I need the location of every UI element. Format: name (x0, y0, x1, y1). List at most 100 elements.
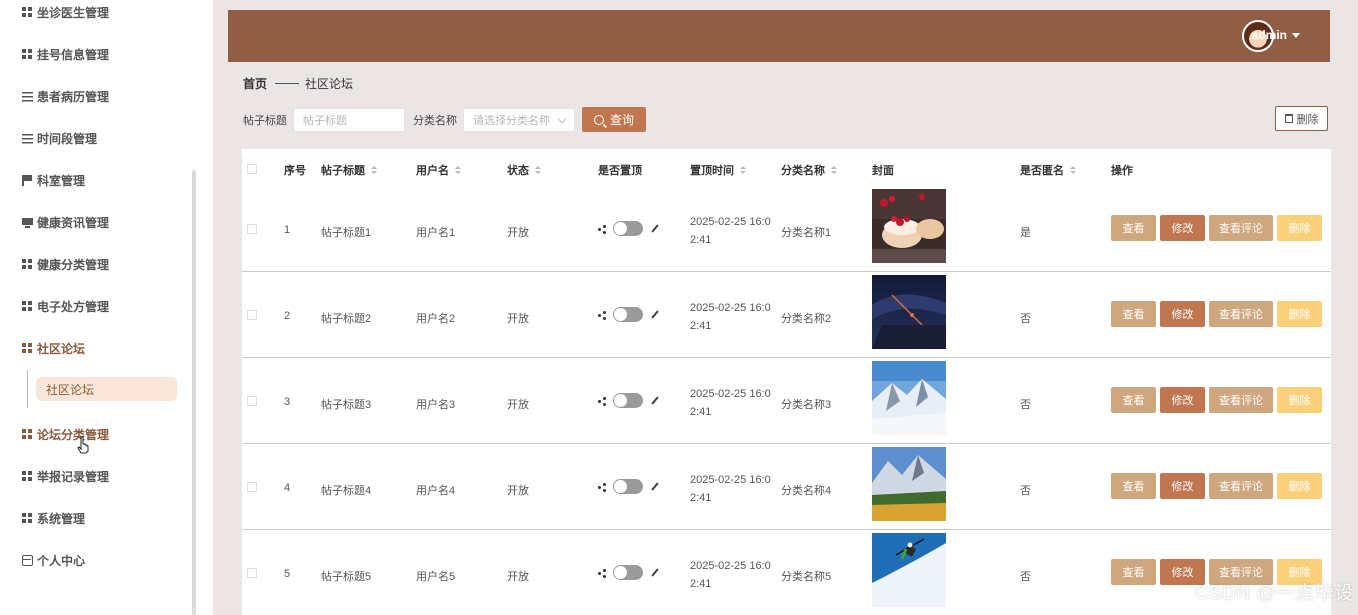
view-button[interactable]: 查看 (1111, 559, 1156, 585)
sidebar-item-timeslot[interactable]: 时间段管理 (22, 127, 97, 149)
delete-button[interactable]: 删除 (1277, 473, 1322, 499)
pin-switch[interactable] (613, 479, 643, 494)
th-user[interactable]: 用户名 (416, 162, 461, 178)
th-label: 帖子标题 (321, 165, 365, 177)
pin-toggle-group (598, 479, 660, 494)
monitor-icon (22, 217, 33, 228)
sidebar-item-forum-category[interactable]: 论坛分类管理 (22, 423, 109, 445)
cell-category: 分类名称2 (781, 313, 832, 325)
sidebar-item-label: 系统管理 (37, 511, 86, 526)
sidebar-item-label: 社区论坛 (37, 341, 86, 356)
view-comments-button[interactable]: 查看评论 (1209, 215, 1273, 241)
pin-switch[interactable] (613, 307, 643, 322)
cell-anonymous: 是 (1020, 227, 1031, 239)
cell-no: 2 (284, 310, 291, 322)
batch-delete-button[interactable]: 删除 (1275, 106, 1328, 131)
sidebar-item-forum[interactable]: 社区论坛 (22, 337, 85, 359)
sidebar-item-records[interactable]: 患者病历管理 (22, 85, 109, 107)
cell-pin-time: 2025-02-25 16:0 2:41 (690, 299, 776, 335)
sidebar-item-registration[interactable]: 挂号信息管理 (22, 43, 109, 65)
sidebar-item-prescription[interactable]: 电子处方管理 (22, 295, 109, 317)
query-button[interactable]: 查询 (582, 107, 646, 132)
sort-icon[interactable] (535, 166, 541, 174)
cell-category: 分类名称3 (781, 399, 832, 411)
view-comments-button[interactable]: 查看评论 (1209, 387, 1273, 413)
sort-icon[interactable] (740, 166, 746, 174)
th-cover: 封面 (872, 165, 894, 177)
row-checkbox[interactable] (247, 224, 257, 234)
caret-down-icon (1292, 32, 1300, 38)
table-row: 3 帖子标题3 用户名3 开放 2025-02-25 16:0 2:41 分类名称… (242, 358, 1331, 444)
th-title[interactable]: 帖子标题 (321, 162, 377, 178)
sidebar-item-reports[interactable]: 举报记录管理 (22, 465, 109, 487)
sidebar-subitem-forum[interactable]: 社区论坛 (36, 377, 177, 401)
edit-button[interactable]: 修改 (1160, 387, 1205, 413)
cell-status: 开放 (507, 485, 529, 497)
edit-button[interactable]: 修改 (1160, 301, 1205, 327)
sidebar-scrollbar[interactable] (192, 170, 196, 615)
sidebar-item-profile[interactable]: 个人中心 (22, 549, 85, 571)
sidebar: 坐诊医生管理 挂号信息管理 患者病历管理 时间段管理 科室管理 健康资讯管理 健… (0, 0, 200, 615)
title-input[interactable]: 帖子标题 (293, 107, 405, 132)
table-header: 序号 帖子标题 用户名 状态 是否置顶 置顶时间 分类名称 封面 是否匿名 操作 (242, 149, 1331, 187)
th-no: 序号 (284, 165, 306, 177)
sort-icon[interactable] (831, 166, 837, 174)
cell-anonymous: 否 (1020, 399, 1031, 411)
view-button[interactable]: 查看 (1111, 215, 1156, 241)
cell-pin-time: 2025-02-25 16:0 2:41 (690, 385, 776, 421)
sidebar-item-doctor[interactable]: 坐诊医生管理 (22, 1, 109, 23)
sidebar-item-health-news[interactable]: 健康资讯管理 (22, 211, 109, 233)
sidebar-item-label: 健康资讯管理 (37, 215, 110, 230)
cell-pin-time: 2025-02-25 16:0 2:41 (690, 471, 776, 507)
th-status[interactable]: 状态 (507, 162, 541, 178)
sidebar-item-label: 患者病历管理 (37, 89, 110, 104)
category-select[interactable]: 请选择分类名称 (463, 107, 575, 132)
breadcrumb-home[interactable]: 首页 (243, 75, 267, 92)
grid-icon (22, 6, 33, 18)
th-pin-time[interactable]: 置顶时间 (690, 162, 746, 178)
batch-delete-label: 删除 (1296, 113, 1319, 126)
category-label: 分类名称 (413, 114, 457, 127)
cover-image[interactable] (872, 275, 946, 349)
pin-switch[interactable] (613, 565, 643, 580)
sidebar-item-department[interactable]: 科室管理 (22, 169, 85, 191)
select-all-checkbox[interactable] (247, 164, 257, 174)
view-comments-button[interactable]: 查看评论 (1209, 473, 1273, 499)
cell-no: 1 (284, 224, 291, 236)
edit-button[interactable]: 修改 (1160, 473, 1205, 499)
user-menu[interactable]: admin (1252, 28, 1300, 42)
cover-image[interactable] (872, 361, 946, 435)
sidebar-item-label: 个人中心 (37, 553, 86, 568)
cover-image[interactable] (872, 447, 946, 521)
watermark: CSDN @一点毕设 (1194, 583, 1354, 604)
view-button[interactable]: 查看 (1111, 301, 1156, 327)
pin-time-line1: 2025-02-25 16:0 (690, 560, 771, 572)
view-button[interactable]: 查看 (1111, 473, 1156, 499)
sidebar-item-health-category[interactable]: 健康分类管理 (22, 253, 109, 275)
pin-switch[interactable] (613, 393, 643, 408)
edit-button[interactable]: 修改 (1160, 215, 1205, 241)
sort-icon[interactable] (455, 166, 461, 174)
sidebar-item-system[interactable]: 系统管理 (22, 507, 85, 529)
data-table: 序号 帖子标题 用户名 状态 是否置顶 置顶时间 分类名称 封面 是否匿名 操作… (242, 149, 1331, 615)
main-area: admin 首页 社区论坛 帖子标题 帖子标题 分类名称 请选择分类名称 查询 … (213, 0, 1358, 615)
cover-image[interactable] (872, 533, 946, 607)
sort-icon[interactable] (371, 166, 377, 174)
sort-icon[interactable] (1070, 166, 1076, 174)
pencil-icon (651, 224, 660, 233)
view-button[interactable]: 查看 (1111, 387, 1156, 413)
th-label: 分类名称 (781, 165, 825, 177)
th-category[interactable]: 分类名称 (781, 162, 837, 178)
row-checkbox[interactable] (247, 482, 257, 492)
row-checkbox[interactable] (247, 310, 257, 320)
view-comments-button[interactable]: 查看评论 (1209, 301, 1273, 327)
row-checkbox[interactable] (247, 396, 257, 406)
table-row: 1 帖子标题1 用户名1 开放 2025-02-25 16:0 2:41 分类名称… (242, 186, 1331, 272)
th-anonymous[interactable]: 是否匿名 (1020, 162, 1076, 178)
row-checkbox[interactable] (247, 568, 257, 578)
delete-button[interactable]: 删除 (1277, 301, 1322, 327)
pin-switch[interactable] (613, 221, 643, 236)
delete-button[interactable]: 删除 (1277, 215, 1322, 241)
delete-button[interactable]: 删除 (1277, 387, 1322, 413)
cover-image[interactable] (872, 189, 946, 263)
